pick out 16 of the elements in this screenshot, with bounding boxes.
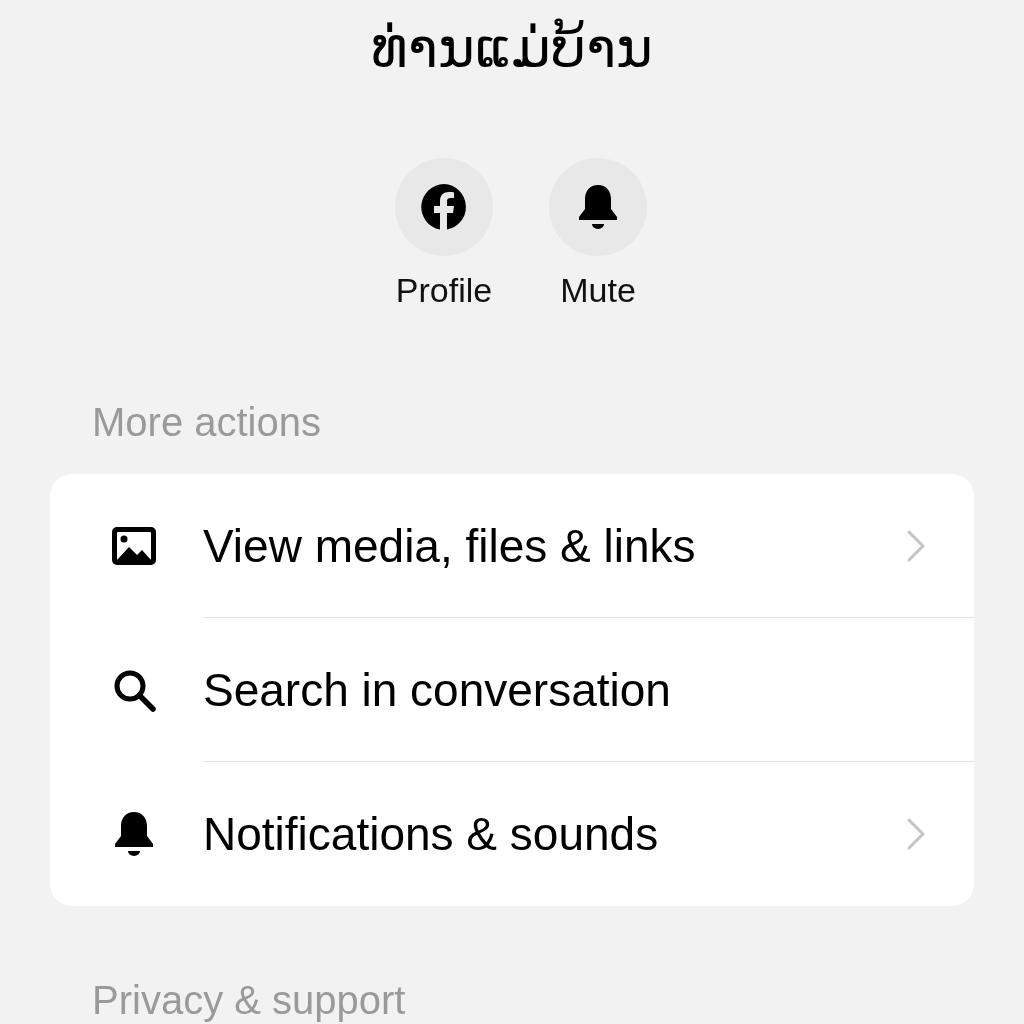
section-heading: More actions bbox=[92, 399, 322, 446]
menu-item[interactable]: Search in conversation bbox=[50, 618, 974, 762]
chevron-icon bbox=[906, 528, 926, 563]
quick-action-button[interactable]: Mute bbox=[549, 158, 647, 310]
chevron-icon bbox=[906, 817, 926, 851]
menu-item-label: Notifications & sounds bbox=[203, 807, 659, 861]
menu-item-label: Search in conversation bbox=[203, 662, 671, 717]
quick-action-button[interactable]: Profile bbox=[395, 158, 493, 310]
menu-item-label: View media, files & links bbox=[203, 518, 696, 573]
section-heading: Privacy & support bbox=[92, 977, 407, 1024]
menu-item[interactable]: Notifications & sounds bbox=[50, 762, 974, 906]
image-icon bbox=[109, 525, 158, 567]
facebook-icon bbox=[420, 183, 468, 231]
contact-name: ທ່ານແມ່ບ້ານ bbox=[370, 14, 654, 82]
menu-item[interactable]: View media, files & links bbox=[50, 474, 974, 618]
bell-icon bbox=[576, 183, 620, 231]
